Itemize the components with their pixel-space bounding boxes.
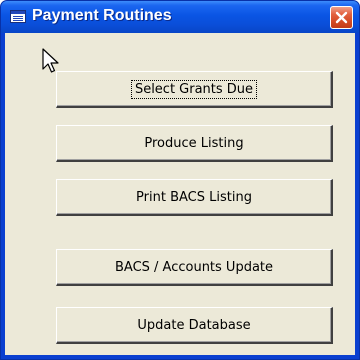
update-database-button[interactable]: Update Database	[56, 307, 333, 344]
button-label: Select Grants Due	[130, 79, 258, 99]
form-window-icon	[10, 10, 26, 23]
select-grants-due-button[interactable]: Select Grants Due	[56, 71, 333, 108]
button-label: Produce Listing	[144, 135, 244, 151]
produce-listing-button[interactable]: Produce Listing	[56, 125, 333, 162]
button-label: BACS / Accounts Update	[114, 259, 274, 275]
bacs-accounts-update-button[interactable]: BACS / Accounts Update	[56, 249, 333, 286]
dialog-client-area: Select Grants Due Produce Listing Print …	[5, 33, 355, 355]
button-label: Update Database	[137, 317, 251, 333]
close-button[interactable]	[330, 6, 353, 29]
window-title: Payment Routines	[32, 7, 172, 24]
print-bacs-listing-button[interactable]: Print BACS Listing	[56, 179, 333, 216]
title-bar[interactable]: Payment Routines	[1, 1, 359, 33]
mouse-cursor-icon	[42, 48, 59, 73]
button-label: Print BACS Listing	[136, 189, 252, 205]
close-icon	[335, 11, 348, 24]
